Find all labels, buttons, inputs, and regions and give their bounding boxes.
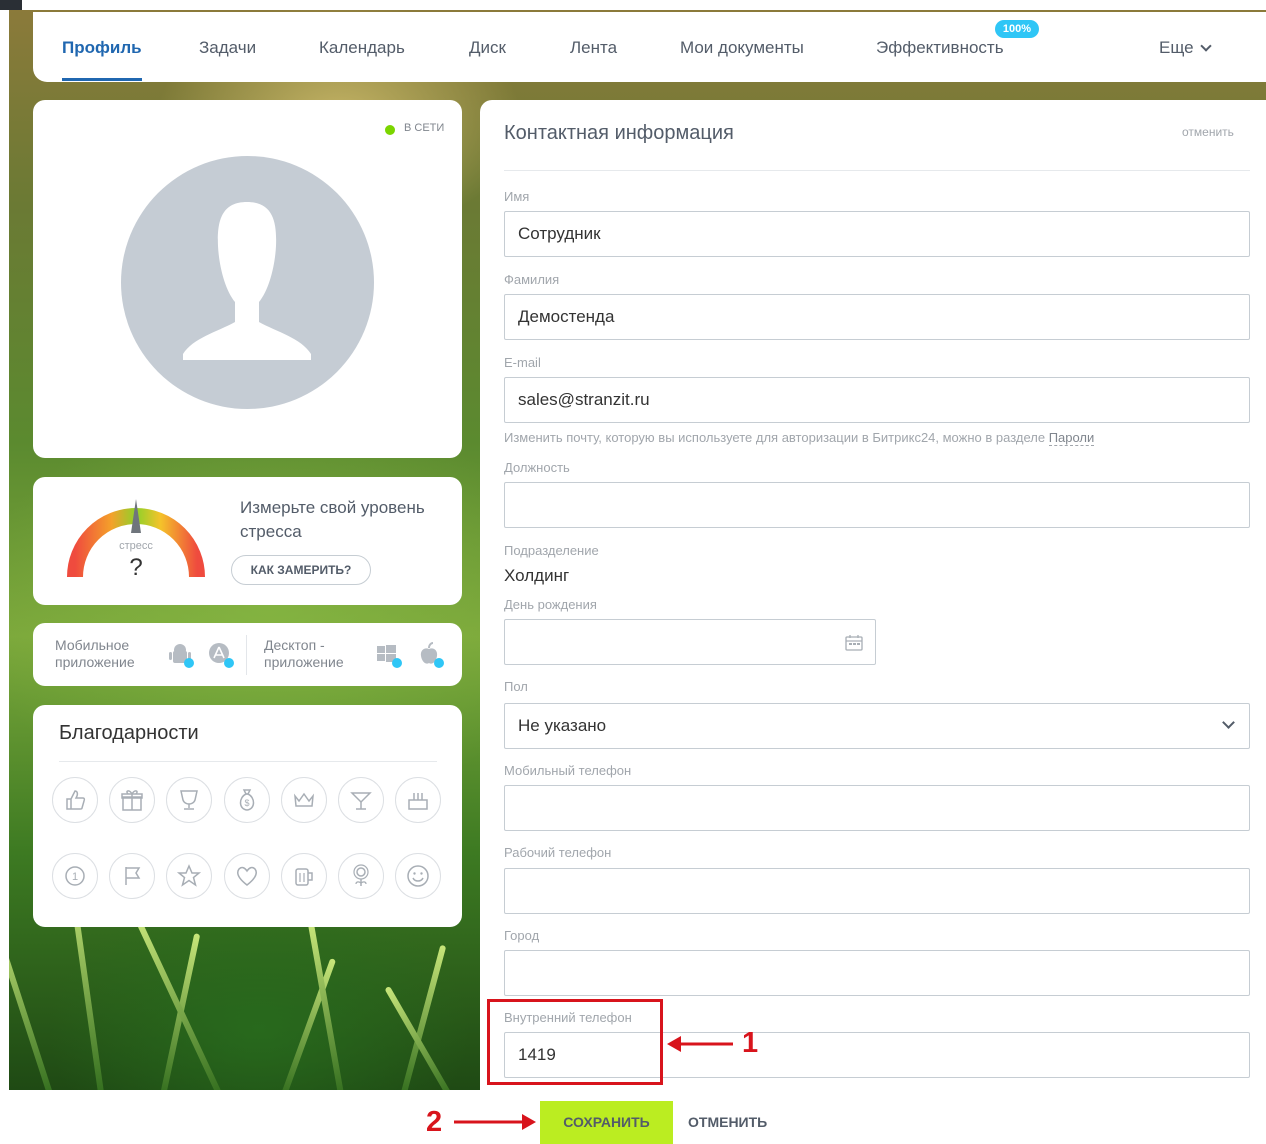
email-hint: Изменить почту, которую вы используете д… <box>504 430 1095 446</box>
smile-icon[interactable] <box>395 853 441 899</box>
contact-info-title: Контактная информация <box>504 122 734 144</box>
avatar[interactable] <box>121 156 374 409</box>
cancel-button[interactable]: ОТМЕНИТЬ <box>688 1101 767 1144</box>
mobile-app-label: Мобильное приложение <box>55 637 135 670</box>
thanks-title: Благодарности <box>59 722 199 744</box>
city-input[interactable] <box>504 950 1250 996</box>
nav-tab-efficiency[interactable]: Эффективность <box>876 38 1004 58</box>
active-tab-underline <box>62 78 142 81</box>
department-label: Подразделение <box>504 543 599 558</box>
windows-icon[interactable] <box>375 641 403 669</box>
grass-blade <box>9 918 55 1090</box>
stress-gauge-label: стресс <box>119 540 153 552</box>
gift-icon[interactable] <box>109 777 155 823</box>
how-to-measure-button[interactable]: КАК ЗАМЕРИТЬ? <box>231 555 371 585</box>
cropped-dark-bar <box>0 0 22 10</box>
department-value: Холдинг <box>504 566 570 585</box>
page: Профиль Задачи Календарь Диск Лента Мои … <box>0 0 1266 1144</box>
profile-avatar-card: в сети <box>33 100 462 458</box>
thanks-divider <box>59 761 437 762</box>
birthday-input[interactable] <box>504 619 876 665</box>
stress-card: стресс ? Измерьте свой уровень стресса К… <box>33 477 462 605</box>
mobile-phone-input[interactable] <box>504 785 1250 831</box>
last-name-input[interactable]: Демостенда <box>504 294 1250 340</box>
annotation-marker-2: 2 <box>426 1106 443 1138</box>
gender-label: Пол <box>504 679 528 694</box>
stress-gauge-value: ? <box>129 554 142 581</box>
passwords-link[interactable]: Пароли <box>1048 430 1095 446</box>
money-bag-icon[interactable]: $ <box>224 777 270 823</box>
online-status-label: в сети <box>404 122 445 134</box>
trophy-icon[interactable] <box>166 777 212 823</box>
chevron-down-icon <box>1222 716 1235 729</box>
gender-value: Не указано <box>518 716 607 735</box>
heart-icon[interactable] <box>224 853 270 899</box>
first-name-label: Имя <box>504 189 530 204</box>
grass-blade <box>384 985 455 1090</box>
nav-tab-my-documents[interactable]: Мои документы <box>680 38 804 58</box>
cocktail-icon[interactable] <box>338 777 384 823</box>
annotation-marker-1: 1 <box>742 1027 759 1059</box>
stress-title: Измерьте свой уровень стресса <box>240 498 425 541</box>
city-label: Город <box>504 928 540 943</box>
chevron-down-icon <box>1199 40 1212 52</box>
top-navigation: Профиль Задачи Календарь Диск Лента Мои … <box>33 12 1266 82</box>
first-name-input[interactable]: Сотрудник <box>504 211 1250 257</box>
desktop-app-label: Десктоп - приложение <box>264 637 344 670</box>
email-input[interactable]: sales@stranzit.ru <box>504 377 1250 423</box>
work-phone-input[interactable] <box>504 868 1250 914</box>
beer-icon[interactable] <box>281 853 327 899</box>
work-phone-label: Рабочий телефон <box>504 845 612 860</box>
birthday-label: День рождения <box>504 597 597 612</box>
online-status-dot <box>385 125 395 135</box>
email-label: E-mail <box>504 355 541 370</box>
grass-blade <box>134 917 225 1090</box>
cake-icon[interactable] <box>395 777 441 823</box>
user-silhouette-icon <box>183 202 311 360</box>
save-button[interactable]: СОХРАНИТЬ <box>540 1101 673 1144</box>
contact-info-panel: Контактная информация отменить Имя Сотру… <box>480 100 1266 1090</box>
stress-gauge-icon: стресс ? <box>67 499 205 581</box>
nav-tab-profile[interactable]: Профиль <box>62 38 142 58</box>
nav-tab-feed[interactable]: Лента <box>570 38 617 58</box>
nav-tab-calendar[interactable]: Календарь <box>319 38 405 58</box>
apple-icon[interactable] <box>417 641 445 669</box>
nav-tab-disk[interactable]: Диск <box>469 38 506 58</box>
email-hint-text: Изменить почту, которую вы используете д… <box>504 430 1049 445</box>
nav-tab-more[interactable]: Еще <box>1159 38 1212 58</box>
position-label: Должность <box>504 460 570 475</box>
appstore-icon[interactable] <box>207 641 235 669</box>
contact-divider <box>504 170 1250 171</box>
svg-text:1: 1 <box>72 871 78 883</box>
arrow-right-icon <box>454 1114 536 1130</box>
thanks-card: Благодарности $ 1 <box>33 705 462 927</box>
flower-icon[interactable] <box>338 853 384 899</box>
cancel-link-top[interactable]: отменить <box>1182 125 1234 139</box>
android-icon[interactable] <box>167 641 195 669</box>
star-icon[interactable] <box>166 853 212 899</box>
mobile-phone-label: Мобильный телефон <box>504 763 632 778</box>
gender-select[interactable]: Не указано <box>504 703 1250 749</box>
calendar-icon[interactable] <box>845 634 863 651</box>
number-one-icon[interactable]: 1 <box>52 853 98 899</box>
svg-text:$: $ <box>244 798 249 808</box>
nav-more-label: Еще <box>1159 38 1194 57</box>
crown-icon[interactable] <box>281 777 327 823</box>
position-input[interactable] <box>504 482 1250 528</box>
highlight-box <box>487 999 663 1085</box>
thumbs-up-icon[interactable] <box>52 777 98 823</box>
apps-divider <box>246 635 247 675</box>
efficiency-badge: 100% <box>995 20 1039 38</box>
last-name-label: Фамилия <box>504 272 560 287</box>
apps-card: Мобильное приложение Десктоп - приложени… <box>33 623 462 686</box>
nav-tab-tasks[interactable]: Задачи <box>199 38 256 58</box>
flag-icon[interactable] <box>109 853 155 899</box>
